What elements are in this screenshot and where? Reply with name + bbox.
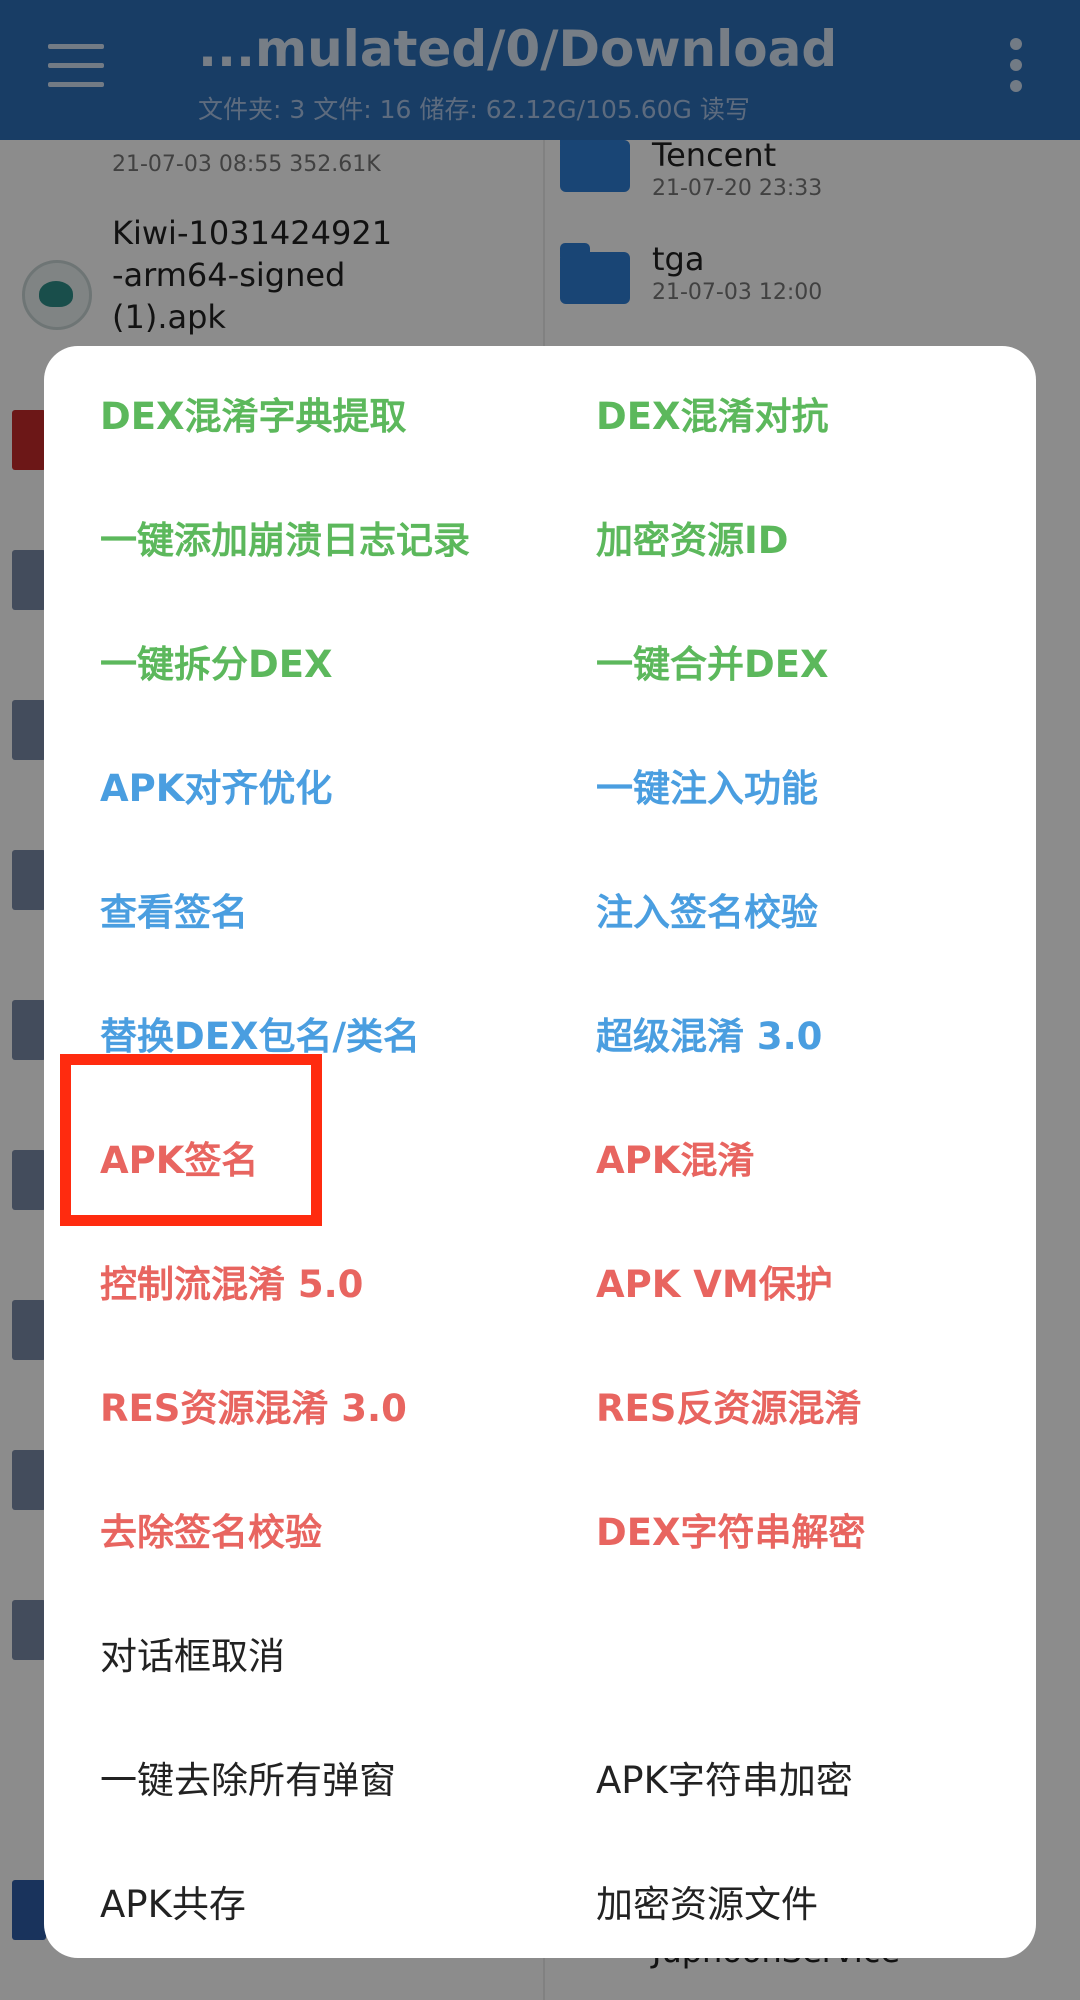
menu-option[interactable]: 一键添加崩溃日志记录	[100, 510, 470, 564]
menu-option[interactable]: 加密资源ID	[596, 510, 788, 564]
menu-option[interactable]: APK混淆	[596, 1130, 754, 1184]
highlight-annotation-box	[60, 1054, 322, 1226]
menu-option[interactable]: 一键合并DEX	[596, 634, 829, 688]
menu-option[interactable]: 加密资源文件	[596, 1874, 818, 1928]
menu-option[interactable]: 对话框取消	[100, 1626, 285, 1680]
menu-option[interactable]: RES反资源混淆	[596, 1378, 861, 1432]
menu-option[interactable]: DEX混淆对抗	[596, 386, 829, 440]
menu-option[interactable]: 去除签名校验	[100, 1502, 322, 1556]
menu-option[interactable]: 超级混淆 3.0	[596, 1006, 822, 1060]
menu-option[interactable]: APK共存	[100, 1874, 246, 1928]
menu-option[interactable]: RES资源混淆 3.0	[100, 1378, 407, 1432]
menu-option[interactable]: DEX混淆字典提取	[100, 386, 407, 440]
menu-option[interactable]: DEX字符串解密	[596, 1502, 866, 1556]
menu-option[interactable]: 一键去除所有弹窗	[100, 1750, 396, 1804]
menu-option[interactable]: 注入签名校验	[596, 882, 818, 936]
menu-option[interactable]: APK对齐优化	[100, 758, 332, 812]
menu-option[interactable]: 一键拆分DEX	[100, 634, 333, 688]
menu-option[interactable]: 替换DEX包名/类名	[100, 1006, 420, 1060]
menu-option[interactable]: 查看签名	[100, 882, 248, 936]
menu-option[interactable]: 一键注入功能	[596, 758, 818, 812]
menu-option[interactable]: 控制流混淆 5.0	[100, 1254, 363, 1308]
menu-option[interactable]: APK字符串加密	[596, 1750, 853, 1804]
menu-option[interactable]: APK VM保护	[596, 1254, 833, 1308]
